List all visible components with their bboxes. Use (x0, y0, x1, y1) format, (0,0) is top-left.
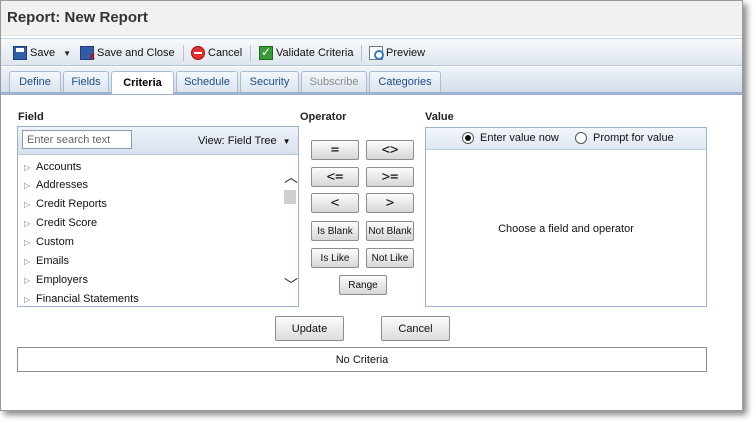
scroll-down-icon[interactable]: ﹀ (284, 275, 298, 295)
expand-arrow-icon[interactable]: ▷ (24, 276, 36, 285)
save-icon (13, 46, 27, 60)
criteria-summary: No Criteria (17, 347, 707, 372)
chevron-down-icon: ▼ (282, 137, 291, 146)
view-select-label: View: Field Tree (198, 135, 277, 147)
prompt-for-value-label: Prompt for value (593, 132, 674, 144)
not-like-operator-button[interactable]: Not Like (366, 248, 414, 268)
update-button[interactable]: Update (275, 316, 344, 341)
enter-value-now-option[interactable]: Enter value now (462, 132, 559, 144)
preview-icon (369, 46, 384, 60)
toolbar: Save ▼ Save and Close Cancel Validate Cr… (1, 38, 742, 66)
value-panel: Enter value now Prompt for value Choose … (425, 127, 707, 307)
expand-arrow-icon[interactable]: ▷ (24, 200, 36, 209)
tab-define[interactable]: Define (9, 71, 61, 92)
expand-arrow-icon[interactable]: ▷ (24, 257, 36, 266)
field-panel-header: View: Field Tree ▼ (18, 127, 298, 155)
prompt-for-value-option[interactable]: Prompt for value (575, 132, 674, 144)
radio-unselected-icon[interactable] (575, 132, 587, 144)
field-panel: View: Field Tree ▼ ▷Accounts ▷Addresses ▷… (17, 126, 299, 307)
not-blank-operator-button[interactable]: Not Blank (366, 221, 414, 241)
value-placeholder-message: Choose a field and operator (498, 223, 634, 235)
toolbar-divider (250, 45, 251, 61)
radio-selected-icon[interactable] (462, 132, 474, 144)
scroll-up-icon[interactable]: ︿ (284, 167, 298, 187)
title-bar: Report: New Report (1, 1, 742, 36)
tab-categories[interactable]: Categories (369, 71, 441, 92)
cancel-button[interactable]: Cancel (381, 316, 450, 341)
is-like-operator-button[interactable]: Is Like (311, 248, 359, 268)
enter-value-now-label: Enter value now (480, 132, 559, 144)
save-and-close-label: Save and Close (97, 47, 175, 59)
chevron-down-icon[interactable]: ▼ (63, 49, 71, 58)
field-tree: ▷ Accounts ▷ Addresses ▷ Credit Reports ▷ Cr… (18, 155, 282, 306)
expand-arrow-icon[interactable]: ▷ (24, 181, 36, 190)
greater-equal-operator-button[interactable]: >= (366, 167, 414, 187)
save-and-close-button[interactable]: Save and Close (80, 43, 175, 63)
report-window: Report: New Report Save ▼ Save and Close… (0, 0, 743, 411)
search-input[interactable] (22, 130, 132, 149)
is-blank-operator-button[interactable]: Is Blank (311, 221, 359, 241)
tree-item[interactable]: ▷ Employers (24, 271, 88, 289)
tree-item[interactable]: ▷ Custom (24, 233, 74, 251)
expand-arrow-icon[interactable]: ▷ (24, 163, 36, 172)
equals-operator-button[interactable]: = (311, 140, 359, 160)
expand-arrow-icon[interactable]: ▷ (24, 238, 36, 247)
tree-item[interactable]: ▷ Credit Score (24, 214, 97, 232)
window-title: Report: New Report (7, 9, 148, 26)
save-close-icon (80, 46, 95, 62)
save-button[interactable]: Save ▼ (13, 43, 71, 63)
tree-item[interactable]: ▷ Credit Reports (24, 195, 107, 213)
field-heading: Field (18, 111, 44, 123)
tree-item[interactable]: ▷ Financial Statements (24, 290, 139, 306)
tab-security[interactable]: Security (240, 71, 299, 92)
cancel-toolbar-button[interactable]: Cancel (191, 43, 242, 63)
tree-scrollbar[interactable]: ︿ ﹀ (282, 155, 298, 306)
tree-item[interactable]: ▷ Addresses (24, 176, 88, 194)
tab-schedule[interactable]: Schedule (176, 71, 238, 92)
cancel-toolbar-label: Cancel (208, 47, 243, 59)
expand-arrow-icon[interactable]: ▷ (24, 219, 36, 228)
validate-criteria-button[interactable]: Validate Criteria (259, 43, 353, 63)
toolbar-divider (361, 45, 362, 61)
greater-than-operator-button[interactable]: > (366, 193, 414, 213)
tab-criteria[interactable]: Criteria (111, 71, 174, 94)
scrollbar-thumb[interactable] (284, 190, 296, 204)
expand-arrow-icon[interactable]: ▷ (24, 295, 36, 304)
value-heading: Value (425, 111, 454, 123)
tab-bar: Define Fields Criteria Schedule Security… (1, 67, 742, 95)
operator-heading: Operator (300, 111, 347, 123)
tab-subscribe: Subscribe (301, 71, 367, 92)
value-options: Enter value now Prompt for value (426, 128, 706, 150)
view-select[interactable]: View: Field Tree ▼ (198, 135, 291, 147)
less-than-operator-button[interactable]: < (311, 193, 359, 213)
not-equal-operator-button[interactable]: <> (366, 140, 414, 160)
validate-criteria-label: Validate Criteria (276, 47, 354, 59)
tree-item[interactable]: ▷ Accounts (24, 158, 81, 176)
preview-label: Preview (386, 47, 426, 59)
save-button-label: Save (30, 47, 56, 59)
validate-icon (259, 45, 273, 60)
range-operator-button[interactable]: Range (339, 275, 387, 295)
toolbar-divider (183, 45, 184, 61)
less-equal-operator-button[interactable]: <= (311, 167, 359, 187)
tree-item[interactable]: ▷ Emails (24, 252, 69, 270)
preview-button[interactable]: Preview (369, 43, 425, 63)
cancel-icon (191, 46, 205, 60)
tab-fields[interactable]: Fields (63, 71, 109, 92)
